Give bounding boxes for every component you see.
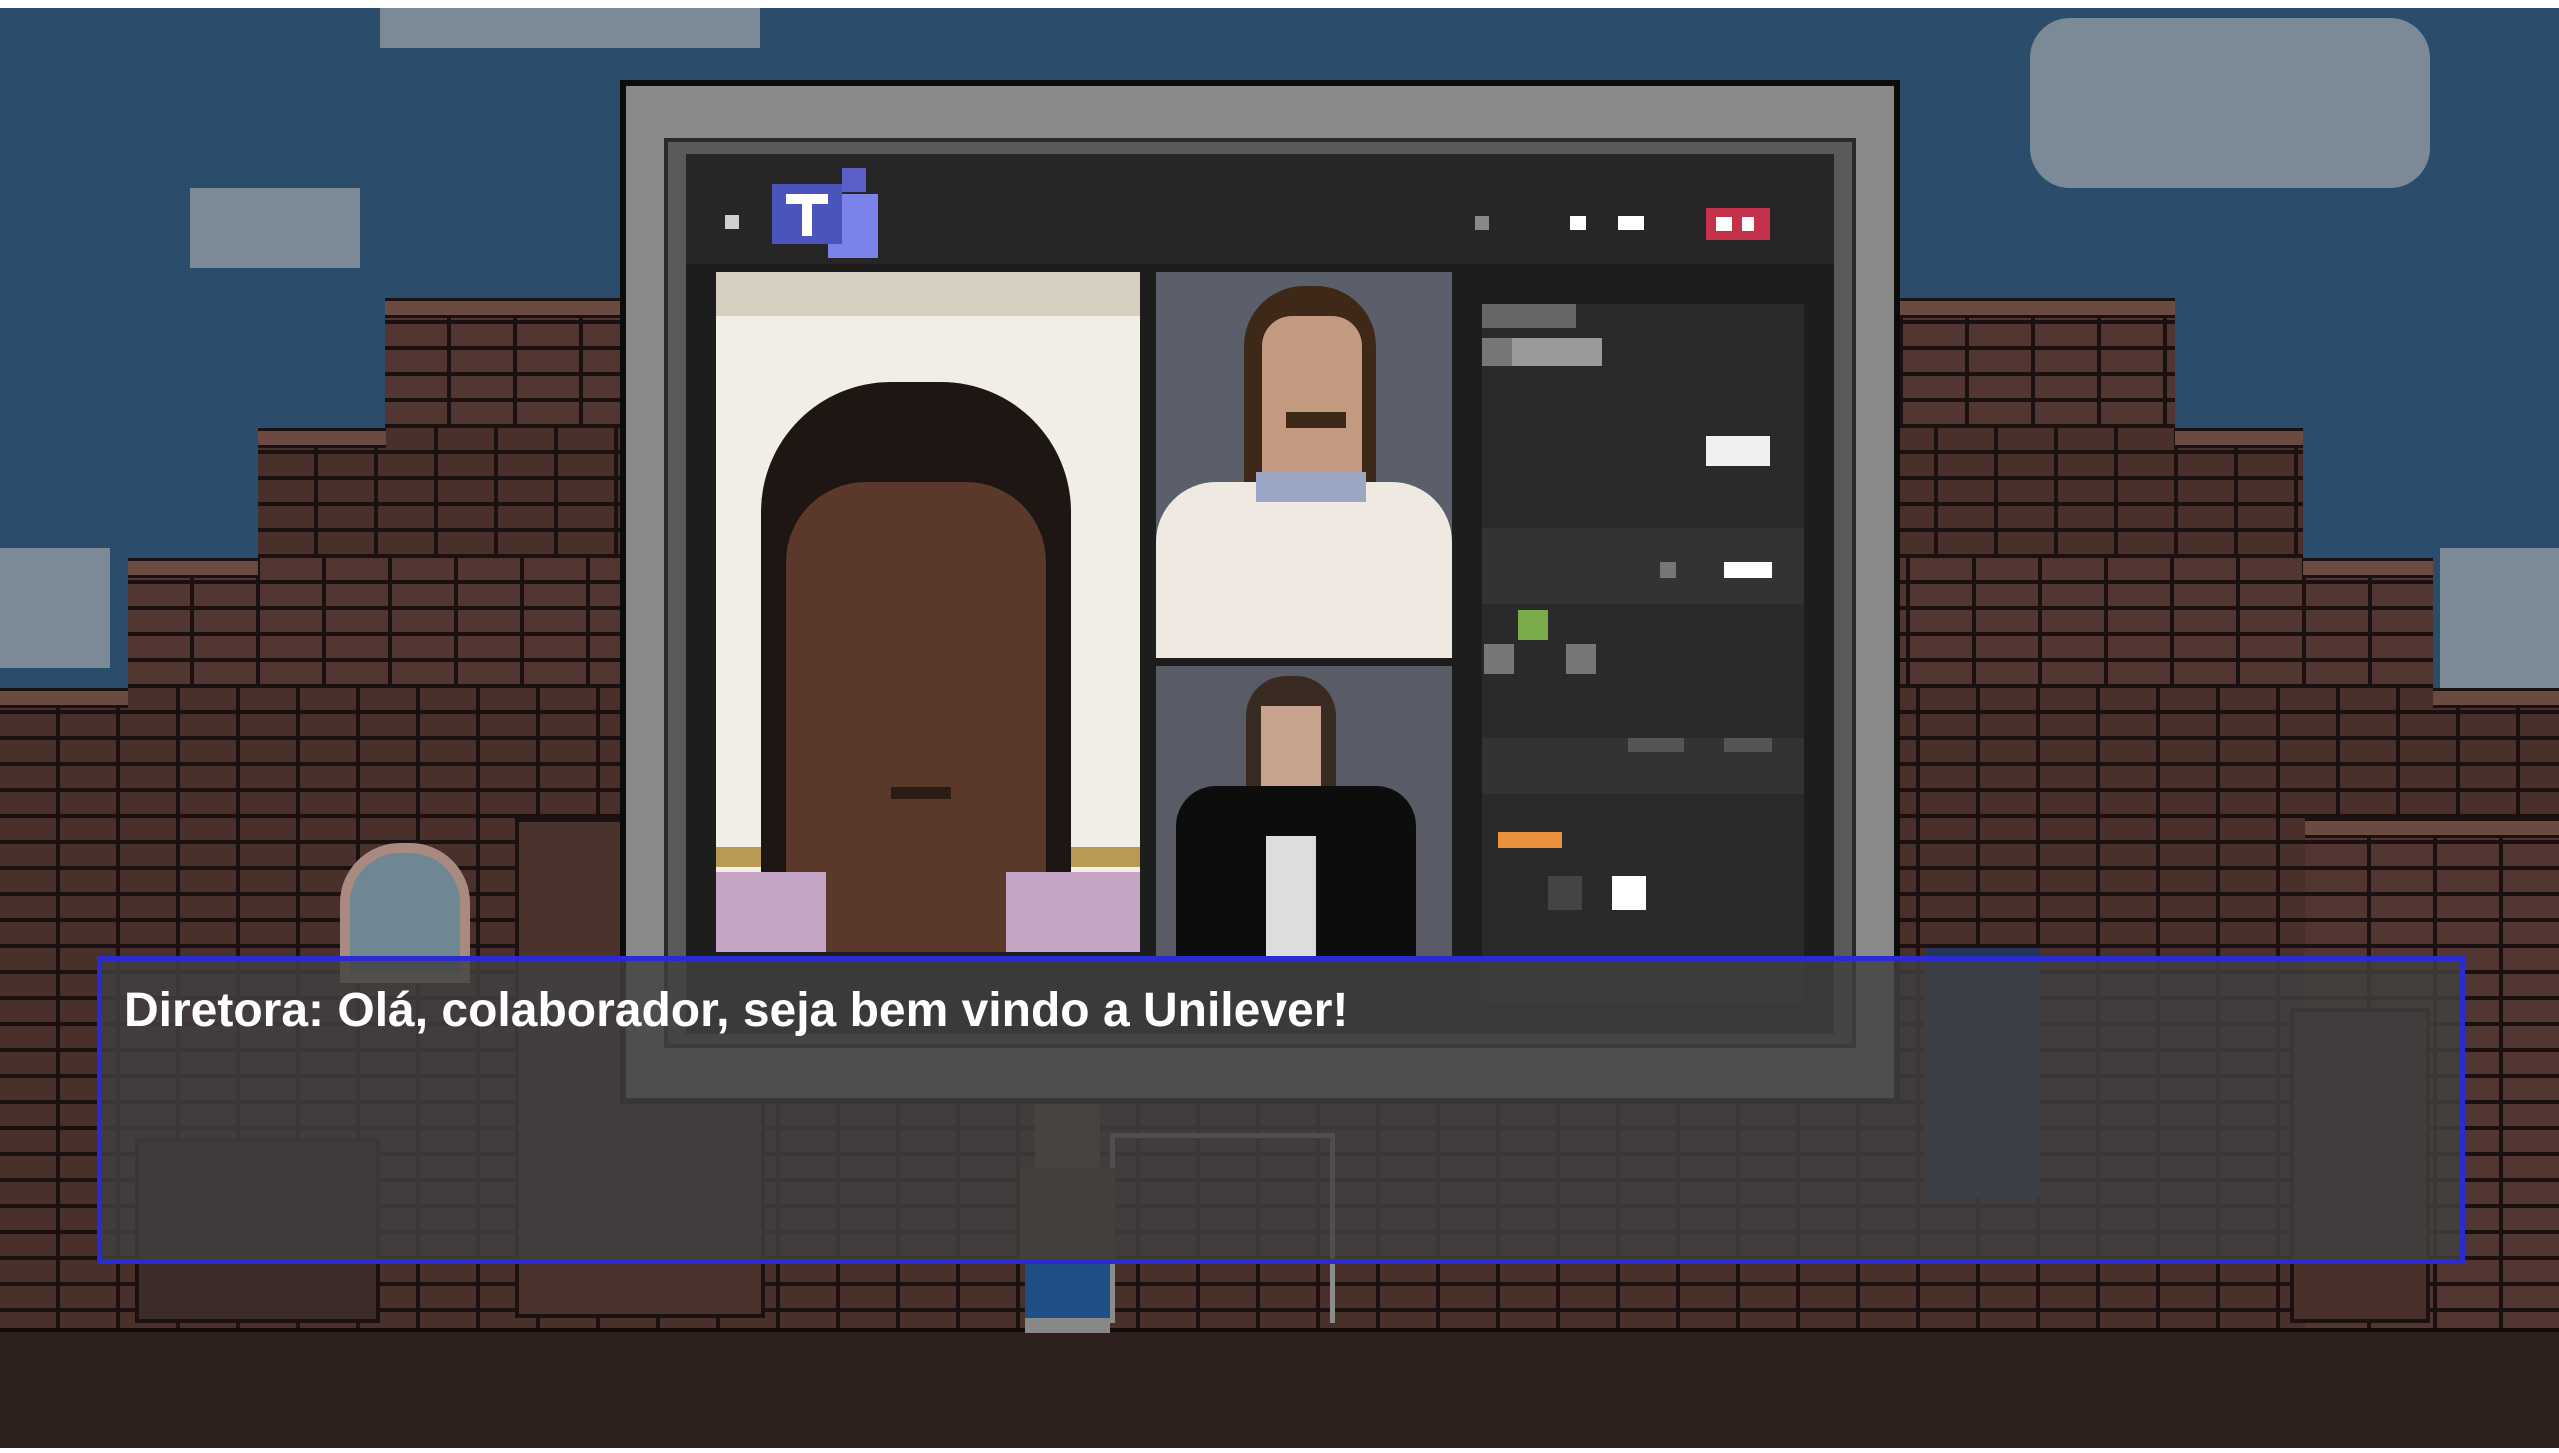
window-close-icon[interactable] xyxy=(1706,208,1770,240)
cloud xyxy=(190,188,360,268)
minimize-icon[interactable] xyxy=(1570,216,1586,230)
chat-panel[interactable] xyxy=(1482,304,1804,1004)
cloud xyxy=(380,8,760,48)
window-control-icon[interactable] xyxy=(1475,216,1489,230)
maximize-icon[interactable] xyxy=(1618,216,1644,230)
video-tile-participant-2[interactable] xyxy=(1156,666,1452,956)
video-tile-participant-1[interactable] xyxy=(1156,272,1452,658)
wall-ledge xyxy=(2303,558,2433,578)
menu-dot-icon[interactable] xyxy=(725,215,739,229)
floor xyxy=(0,1328,2559,1448)
wall-ledge xyxy=(258,428,386,448)
game-viewport[interactable]: Diretora: Olá, colaborador, seja bem vin… xyxy=(0,8,2559,1448)
wall-ledge xyxy=(2305,818,2559,838)
cloud xyxy=(2030,18,2430,188)
wall-ledge xyxy=(128,558,258,578)
video-tile-director[interactable] xyxy=(716,272,1140,952)
teams-logo-icon xyxy=(772,168,878,258)
wall-ledge xyxy=(2175,428,2303,448)
cloud xyxy=(0,548,110,668)
wall-ledge xyxy=(0,688,128,708)
dialog-box[interactable]: Diretora: Olá, colaborador, seja bem vin… xyxy=(97,956,2465,1264)
dialog-text: Diretora: Olá, colaborador, seja bem vin… xyxy=(124,984,1349,1037)
wall-ledge xyxy=(2433,688,2559,708)
